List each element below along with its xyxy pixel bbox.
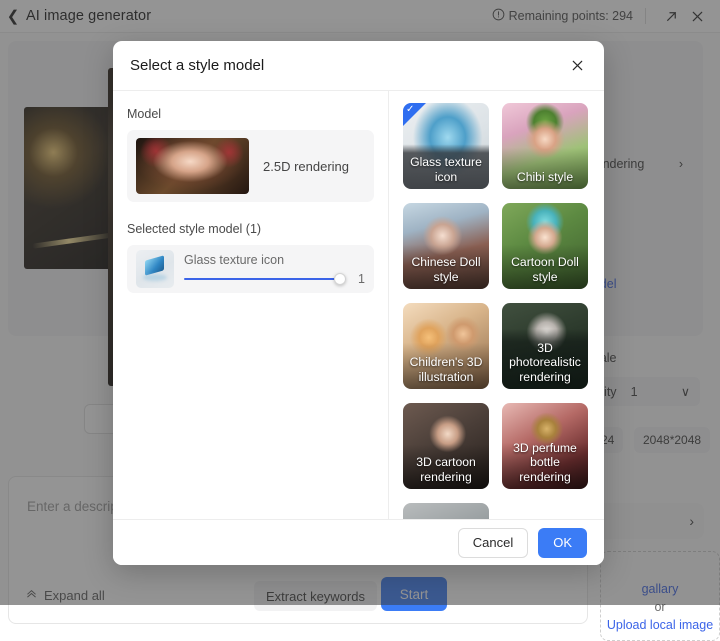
style-card-label: 3D cartoon rendering	[403, 452, 489, 489]
check-icon: ✓	[406, 105, 414, 115]
weight-slider-knob[interactable]	[334, 273, 346, 285]
style-card[interactable]: Chibi style	[502, 103, 588, 189]
selected-style-thumbnail	[136, 250, 174, 288]
style-card[interactable]: Children's 3D illustration	[403, 303, 489, 389]
style-card-label: Children's 3D illustration	[403, 352, 489, 389]
dialog-footer: Cancel OK	[113, 519, 604, 565]
style-card[interactable]: 3D cartoon rendering	[403, 403, 489, 489]
selected-style-item: Glass texture icon 1	[127, 245, 374, 293]
dialog-body: Model 2.5D rendering Selected style mode…	[113, 91, 604, 519]
dialog-header: Select a style model	[113, 41, 604, 91]
style-card[interactable]: Chinese Doll style	[403, 203, 489, 289]
model-section-label: Model	[127, 107, 374, 121]
weight-slider-value: 1	[355, 272, 365, 286]
style-card[interactable]: 3D perfume bottle rendering	[502, 403, 588, 489]
style-card-label: Chibi style	[502, 167, 588, 190]
upload-local-image-link[interactable]: Upload local image	[601, 618, 719, 632]
model-name: 2.5D rendering	[263, 159, 349, 174]
selected-style-name: Glass texture icon	[184, 253, 365, 267]
style-card-label: Cartoon Doll style	[502, 252, 588, 289]
style-card-label: Chinese Doll style	[403, 252, 489, 289]
weight-slider-track	[184, 278, 346, 281]
dialog-left-pane: Model 2.5D rendering Selected style mode…	[113, 91, 389, 519]
dialog-style-grid-pane[interactable]: ✓ Glass texture icon Chibi style Chinese Do…	[389, 91, 604, 519]
style-card-label: Glass texture icon	[403, 152, 489, 189]
weight-slider[interactable]	[184, 273, 346, 285]
style-card-label: 3D perfume bottle rendering	[502, 438, 588, 490]
selected-style-weight-row: 1	[184, 272, 365, 286]
style-card-label: 3D photorealistic rendering	[502, 338, 588, 390]
selected-style-section-label: Selected style model (1)	[127, 222, 374, 236]
style-card[interactable]: ✓ Glass texture icon	[403, 103, 489, 189]
model-thumbnail	[136, 138, 249, 194]
selected-style-body: Glass texture icon 1	[184, 253, 365, 286]
cancel-button[interactable]: Cancel	[458, 528, 528, 558]
model-card[interactable]: 2.5D rendering	[127, 130, 374, 202]
select-style-model-dialog: Select a style model Model 2.5D renderin…	[113, 41, 604, 565]
style-grid: ✓ Glass texture icon Chibi style Chinese Do…	[403, 103, 604, 519]
style-card[interactable]: Cartoon Doll style	[502, 203, 588, 289]
ok-button[interactable]: OK	[538, 528, 587, 558]
style-card[interactable]	[403, 503, 489, 519]
dialog-title: Select a style model	[130, 57, 264, 74]
style-card[interactable]: 3D photorealistic rendering	[502, 303, 588, 389]
close-icon[interactable]	[564, 53, 590, 79]
